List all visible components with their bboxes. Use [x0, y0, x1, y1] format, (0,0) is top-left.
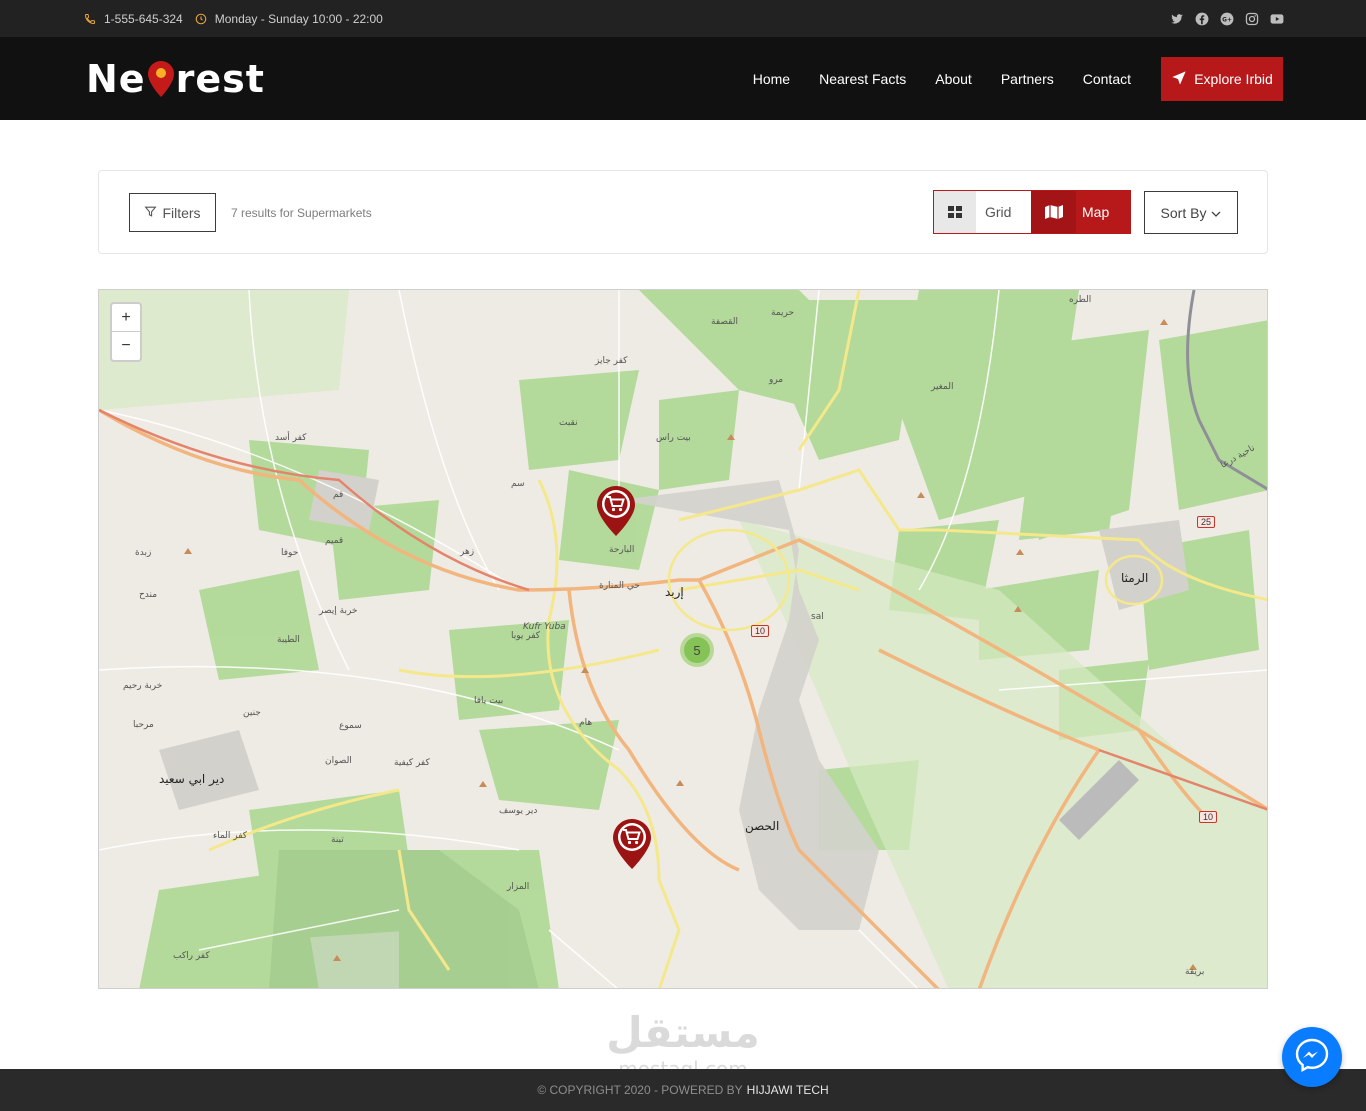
filters-label: Filters — [162, 204, 201, 221]
zoom-control: + − — [110, 302, 142, 362]
filter-funnel-icon — [144, 205, 157, 221]
map-label-qum: قم — [333, 490, 344, 500]
results-toolbar: Filters 7 results for Supermarkets Grid … — [98, 170, 1268, 254]
site-logo[interactable]: Ne rest — [86, 57, 265, 101]
map-label-zabda: زبدة — [135, 548, 152, 558]
watermark-arabic: مستقل — [606, 1008, 760, 1057]
google-plus-icon[interactable]: G+ — [1220, 12, 1234, 26]
map-label-barha: البارحة — [609, 545, 635, 555]
map-label-jinin: جنين — [243, 708, 261, 718]
nav-nearest-facts[interactable]: Nearest Facts — [819, 71, 906, 87]
map-label-sawan: الصوان — [325, 756, 352, 766]
map-label-mughayyir: المغير — [931, 382, 954, 392]
map-label-samu: سموع — [339, 721, 362, 731]
map-label-bait-yafa: بيت يافا — [474, 696, 504, 706]
map-icon — [1031, 191, 1076, 233]
map-label-kufr-rakib: كفر راكب — [173, 951, 210, 961]
results-map[interactable]: + − إربد الرمثا الحصن دير ابي سعيد الطره… — [98, 289, 1268, 989]
nav-about[interactable]: About — [935, 71, 972, 87]
road-shield-10: 10 — [751, 625, 770, 637]
grid-view-button[interactable]: Grid — [934, 191, 1031, 233]
social-links: G+ — [1170, 0, 1284, 37]
map-label-taqbal: نقبت — [559, 418, 578, 428]
map-label-bait-ras: بيت راس — [656, 433, 691, 443]
filters-button[interactable]: Filters — [129, 193, 216, 232]
map-label-kufr-elma: كفر الماء — [213, 831, 248, 841]
explore-irbid-button[interactable]: Explore Irbid — [1161, 57, 1283, 101]
sort-by-dropdown[interactable]: Sort By — [1144, 191, 1238, 234]
map-label-ebsar: خربة إيصر — [319, 606, 358, 616]
sort-by-label: Sort By — [1160, 204, 1207, 221]
map-label-qumaim: قميم — [325, 536, 344, 546]
zoom-out-button[interactable]: − — [112, 332, 140, 360]
map-label-kufr-yuba-ar: كفر يوبا — [511, 631, 541, 641]
twitter-icon[interactable] — [1170, 12, 1184, 26]
map-label-deir-abi-said: دير ابي سعيد — [159, 772, 225, 786]
map-label-kufr-jayez: كفر جايز — [595, 356, 628, 366]
phone-number[interactable]: 1-555-645-324 — [104, 12, 183, 26]
navigation-arrow-icon — [1171, 70, 1187, 89]
map-label-sal: sal — [811, 612, 824, 622]
main-navbar: Ne rest Home Nearest Facts About Partner… — [0, 37, 1366, 120]
topbar: 1-555-645-324 Monday - Sunday 10:00 - 22… — [0, 0, 1366, 37]
map-label-torra: الطره — [1069, 295, 1092, 305]
map-label-kufr-asad: كفر أسد — [275, 433, 307, 443]
view-toggle: Grid Map — [933, 190, 1131, 234]
map-label-zahar: زهر — [460, 547, 475, 557]
map-label-husn: الحصن — [745, 819, 780, 833]
instagram-icon[interactable] — [1245, 12, 1259, 26]
map-label-bureiqa: بريقة — [1185, 967, 1205, 977]
map-label-rahim: خربة رحيم — [123, 681, 163, 691]
grid-icon — [934, 191, 976, 233]
nav-partners[interactable]: Partners — [1001, 71, 1054, 87]
cluster-count: 5 — [684, 637, 710, 663]
map-view-label: Map — [1082, 204, 1110, 220]
supermarket-marker[interactable] — [596, 485, 636, 537]
map-label-tayba: الطيبة — [277, 635, 300, 645]
road-shield-25: 25 — [1197, 516, 1216, 528]
map-label-marhaba: مرحبا — [133, 720, 154, 730]
copyright-text: © COPYRIGHT 2020 - POWERED BY — [537, 1083, 743, 1097]
map-label-kufr-kifya: كفر كيفية — [394, 758, 430, 768]
map-label-ramtha: الرمثا — [1121, 571, 1149, 585]
messenger-icon — [1294, 1037, 1330, 1078]
nav-contact[interactable]: Contact — [1083, 71, 1131, 87]
youtube-icon[interactable] — [1270, 12, 1284, 26]
map-label-irbid: إربد — [665, 585, 684, 599]
nav-home[interactable]: Home — [753, 71, 790, 87]
facebook-icon[interactable] — [1195, 12, 1209, 26]
map-label-hay-manara: حي المنارة — [599, 581, 640, 591]
results-count: 7 results for Supermarkets — [231, 205, 372, 220]
phone-icon — [84, 13, 96, 25]
site-footer: © COPYRIGHT 2020 - POWERED BY HIJJAWI TE… — [0, 1069, 1366, 1111]
map-label-mazar: المزار — [507, 882, 530, 892]
footer-company-link[interactable]: HIJJAWI TECH — [747, 1083, 829, 1097]
map-label-haraima: حريمة — [771, 308, 795, 318]
explore-button-label: Explore Irbid — [1194, 71, 1273, 87]
map-label-marw: مرو — [769, 375, 784, 385]
opening-hours: Monday - Sunday 10:00 - 22:00 — [214, 11, 383, 26]
map-label-hoffa: حوفا — [281, 548, 299, 558]
messenger-chat-button[interactable] — [1282, 1027, 1342, 1087]
contact-info: 1-555-645-324 Monday - Sunday 10:00 - 22… — [84, 0, 383, 37]
road-shield-10: 10 — [1199, 811, 1218, 823]
map-label-mandah: مندح — [139, 590, 158, 600]
chevron-down-icon — [1211, 205, 1221, 221]
map-label-deir-yousef: دير يوسف — [499, 806, 538, 816]
map-label-tibna: تبنة — [331, 835, 344, 845]
map-label-hamm: هام — [579, 718, 593, 728]
svg-text:G+: G+ — [1222, 17, 1232, 23]
map-view-button[interactable]: Map — [1031, 191, 1130, 233]
logo-text-end: rest — [175, 57, 265, 101]
clock-icon — [195, 13, 207, 25]
supermarket-marker[interactable] — [612, 818, 652, 870]
map-label-sam: سم — [511, 479, 525, 489]
marker-cluster[interactable]: 5 — [680, 633, 714, 667]
logo-text-start: Ne — [86, 57, 146, 101]
map-label-qasfa: القصفة — [711, 317, 738, 327]
nav-menu: Home Nearest Facts About Partners Contac… — [724, 37, 1131, 120]
zoom-in-button[interactable]: + — [112, 304, 140, 332]
grid-view-label: Grid — [985, 204, 1012, 220]
location-pin-icon — [147, 60, 175, 98]
